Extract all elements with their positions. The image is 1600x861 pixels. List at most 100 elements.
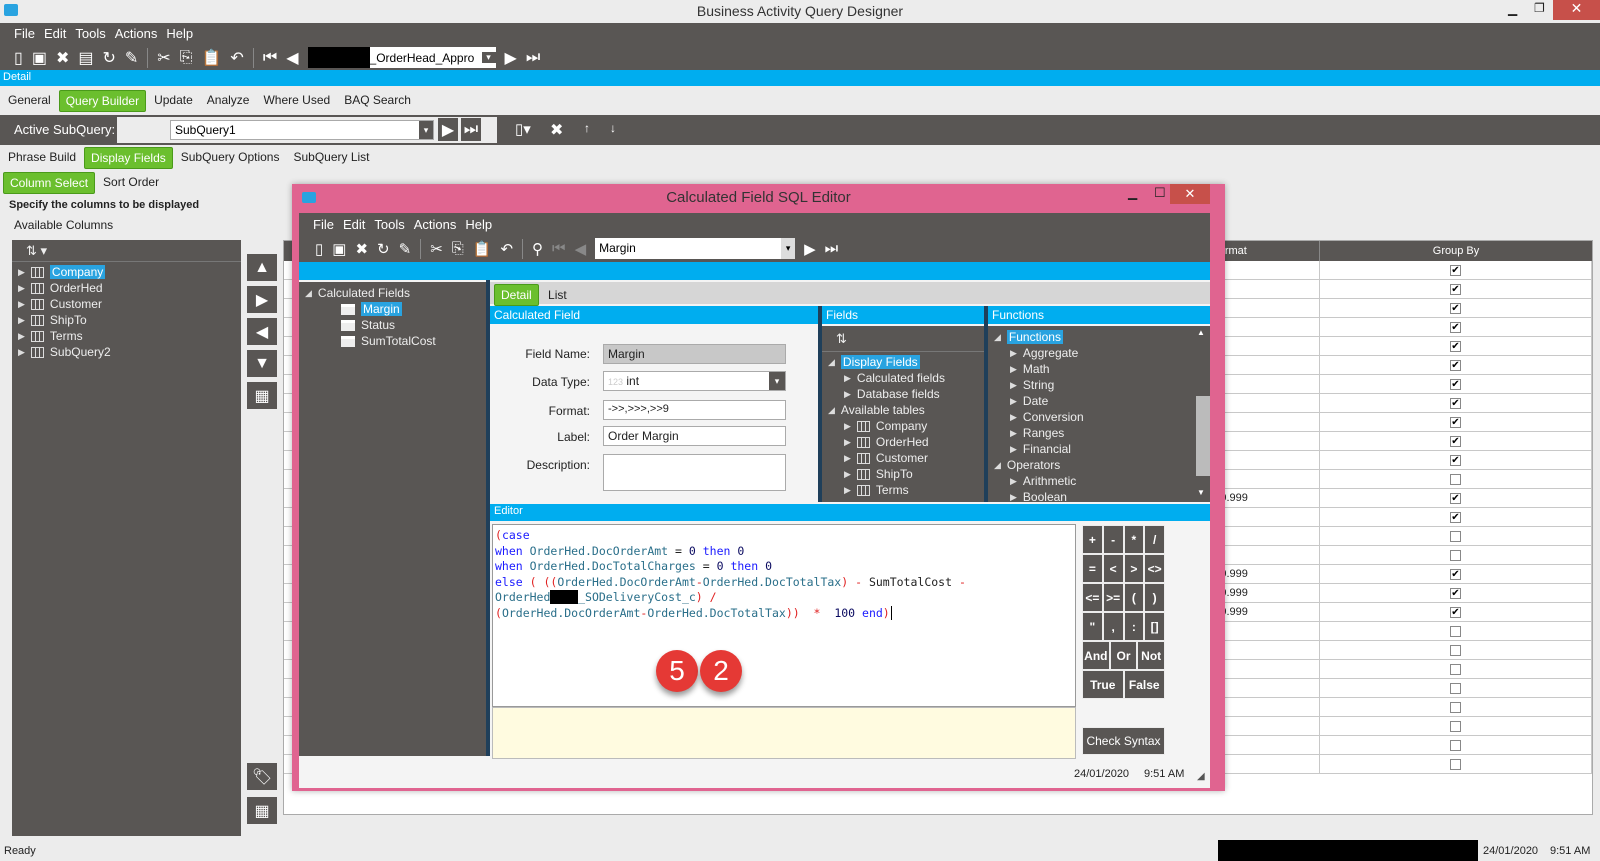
clear-icon[interactable]: ✎ [399,240,412,258]
expand-arrow-icon[interactable]: ▶ [844,485,851,496]
delete-subquery-icon[interactable]: ✖ [550,120,563,140]
expand-arrow-icon[interactable]: ▶ [844,421,851,432]
close-button[interactable]: ✕ [1170,184,1210,204]
logic-and-button[interactable]: And [1082,641,1110,670]
move-up-icon[interactable]: ↑ [584,121,590,135]
label-input[interactable]: Order Margin [603,426,786,446]
expand-arrow-icon[interactable]: ▶ [1010,412,1017,423]
collapse-arrow-icon[interactable]: ◢ [828,405,835,416]
group-by-checkbox[interactable] [1450,701,1461,713]
group-by-checkbox[interactable]: ✔ [1450,264,1461,276]
sql-editor[interactable]: (case when OrderHed.DocOrderAmt = 0 then … [492,524,1076,707]
first-icon[interactable]: ⏮ [552,240,566,257]
group-by-checkbox[interactable]: ✔ [1450,435,1461,447]
group-by-checkbox[interactable]: ✔ [1450,283,1461,295]
binoculars-icon[interactable]: ⚲ [532,240,543,258]
subquery-select[interactable]: SubQuery1 ▾ [170,120,434,140]
menu-edit[interactable]: Edit [343,217,365,232]
expand-arrow-icon[interactable]: ▶ [18,267,25,278]
fields-table-customer[interactable]: ▶ Customer [828,450,978,466]
minimize-button[interactable]: ▁ [1128,186,1137,200]
refresh-icon[interactable]: ↻ [102,48,115,68]
undo-icon[interactable]: ↶ [230,48,243,68]
expand-arrow-icon[interactable]: ▶ [1010,444,1017,455]
tab-general[interactable]: General [2,90,57,112]
expand-arrow-icon[interactable]: ▶ [18,347,25,358]
next-icon[interactable]: ▶ [505,48,517,68]
move-down-icon[interactable]: ↓ [610,121,616,135]
tree-item-customer[interactable]: ▶ Customer [18,296,235,312]
functions-scrollbar[interactable]: ▲ ▼ [1193,326,1210,502]
operator-button[interactable]: * [1123,525,1145,554]
operator-button[interactable]: > [1123,554,1145,583]
menu-tools[interactable]: Tools [374,217,404,232]
tree-item-terms[interactable]: ▶ Terms [18,328,235,344]
new-icon[interactable]: ▯ [14,48,23,68]
operator-boolean[interactable]: ▶ Boolean [994,489,1204,502]
tag-icon[interactable]: 🏷 [247,763,277,790]
function-ranges[interactable]: ▶ Ranges [994,425,1204,441]
operator-button[interactable]: <> [1144,554,1165,583]
restore-button[interactable]: ❐ [1534,1,1545,15]
tab-query-builder[interactable]: Query Builder [58,90,147,112]
expand-arrow-icon[interactable]: ▶ [844,373,851,384]
expand-arrow-icon[interactable]: ▶ [1010,396,1017,407]
delete-icon[interactable]: ✖ [56,48,69,68]
bool-true-button[interactable]: True [1082,670,1124,699]
collapse-arrow-icon[interactable]: ◢ [994,332,1001,343]
operator-button[interactable]: < [1102,554,1124,583]
tab-baq-search[interactable]: BAQ Search [338,90,417,112]
group-by-checkbox[interactable]: ✔ [1450,568,1461,580]
maximize-button[interactable]: ☐ [1154,185,1166,201]
header-group-by[interactable]: Group By [1320,241,1592,261]
resize-grip-icon[interactable]: ◢ [1197,771,1205,782]
clear-icon[interactable]: ✎ [125,48,138,68]
group-by-checkbox[interactable] [1450,758,1461,770]
expand-arrow-icon[interactable]: ▶ [844,389,851,400]
expand-arrow-icon[interactable]: ▶ [1010,476,1017,487]
minimize-button[interactable]: ▁ [1508,2,1517,16]
table-icon[interactable]: ▦ [247,797,277,824]
group-by-checkbox[interactable] [1450,720,1461,732]
move-bottom-button[interactable]: ▼ [247,350,277,377]
delete-icon[interactable]: ✖ [355,240,368,258]
group-by-checkbox[interactable] [1450,549,1461,561]
menu-actions[interactable]: Actions [115,26,158,42]
tree-item-subquery2[interactable]: ▶ SubQuery2 [18,344,235,360]
refresh-icon[interactable]: ↻ [377,240,390,258]
next-subquery-button[interactable]: ▶ [438,118,458,141]
tab-update[interactable]: Update [148,90,199,112]
last-icon[interactable]: ⏭ [526,49,540,67]
last-icon[interactable]: ⏭ [825,240,839,257]
calc-field-margin[interactable]: Margin [341,301,480,317]
operator-button[interactable]: , [1102,612,1124,641]
function-string[interactable]: ▶ String [994,377,1204,393]
operator-button[interactable]: + [1082,525,1103,554]
operator-button[interactable]: ( [1123,583,1145,612]
next-icon[interactable]: ▶ [804,240,816,258]
logic-or-button[interactable]: Or [1109,641,1138,670]
close-button[interactable]: ✕ [1553,0,1600,20]
paste-icon[interactable]: 📋 [202,48,222,68]
copy-icon[interactable]: ⎘ [452,240,464,257]
tab-display-fields[interactable]: Display Fields [84,147,173,169]
new-subquery-icon[interactable]: ▯▾ [515,120,531,138]
menu-tools[interactable]: Tools [75,26,105,42]
sort-az-icon[interactable]: ⇅ ▾ [12,240,241,262]
function-date[interactable]: ▶ Date [994,393,1204,409]
operator-arithmetic[interactable]: ▶ Arithmetic [994,473,1204,489]
check-syntax-button[interactable]: Check Syntax [1082,727,1165,755]
function-financial[interactable]: ▶ Financial [994,441,1204,457]
tree-item-company[interactable]: ▶ Company [18,264,235,280]
fields-table-terms[interactable]: ▶ Terms [828,482,978,498]
save-icon[interactable]: ▣ [332,240,346,258]
remove-column-button[interactable]: ◀ [247,318,277,345]
operator-button[interactable]: ) [1144,583,1165,612]
menu-file[interactable]: File [14,26,35,42]
description-input[interactable] [603,454,786,491]
operator-button[interactable]: [] [1144,612,1165,641]
tab-detail[interactable]: Detail [494,284,539,306]
menu-help[interactable]: Help [465,217,492,232]
calc-field-status[interactable]: Status [341,317,480,333]
group-by-checkbox[interactable]: ✔ [1450,511,1461,523]
